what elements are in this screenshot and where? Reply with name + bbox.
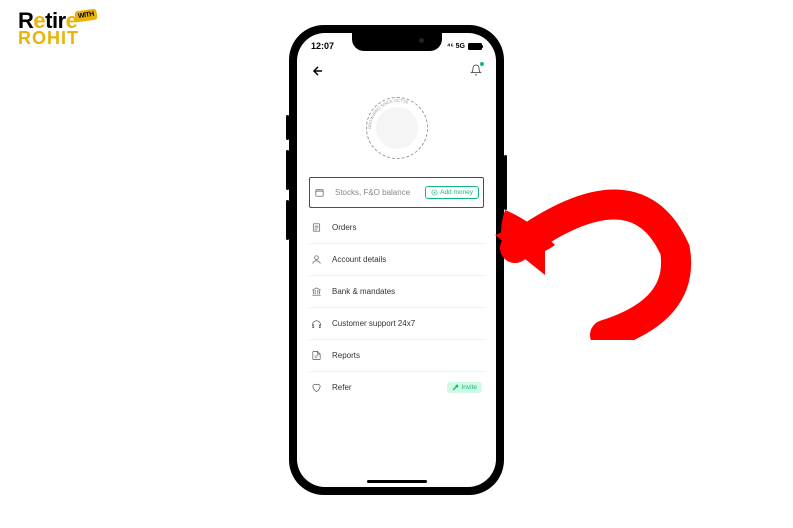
back-arrow-icon[interactable] [311,64,325,81]
invite-button[interactable]: Invite [447,382,482,393]
menu-item-refer[interactable]: Refer Invite [309,372,484,403]
annotation-arrow [475,140,715,345]
phone-screen: 12:07 ⁴⁶ 5G GROWWING SINCE OCT'20 [297,33,496,487]
menu-label: Orders [332,223,482,232]
menu-item-reports[interactable]: Reports [309,340,484,372]
menu-item-bank[interactable]: Bank & mandates [309,276,484,308]
menu-item-support[interactable]: Customer support 24x7 [309,308,484,340]
status-time: 12:07 [311,41,334,51]
notification-bell-icon[interactable] [470,63,482,81]
invite-label: Invite [461,384,477,391]
add-money-label: Add money [440,189,473,196]
home-indicator[interactable] [367,480,427,483]
menu-label: Refer [332,383,437,392]
menu-label: Customer support 24x7 [332,319,482,328]
brand-with-badge: WITH [74,9,97,23]
bank-icon [311,286,322,297]
notification-dot [480,62,484,66]
phone-notch [352,33,442,51]
reports-icon [311,350,322,361]
status-signal: ⁴⁶ 5G [447,43,465,50]
phone-frame: 12:07 ⁴⁶ 5G GROWWING SINCE OCT'20 [289,25,504,495]
brand-text: R [18,8,33,33]
menu-label: Account details [332,255,482,264]
heart-icon [311,382,322,393]
brand-text: tir [45,8,66,33]
menu-label: Bank & mandates [332,287,482,296]
battery-icon [468,43,482,50]
orders-icon [311,222,322,233]
menu-list: Stocks, F&O balance Add money Orders Acc… [297,177,496,403]
add-money-button[interactable]: Add money [425,186,479,199]
avatar-section: GROWWING SINCE OCT'20 [297,89,496,177]
brand-text: e [33,8,45,33]
svg-text:GROWWING SINCE OCT'20: GROWWING SINCE OCT'20 [367,98,410,129]
menu-item-account[interactable]: Account details [309,244,484,276]
avatar-ring[interactable]: GROWWING SINCE OCT'20 [366,97,428,159]
app-header [297,55,496,89]
wallet-icon [314,187,325,198]
account-icon [311,254,322,265]
menu-label: Reports [332,351,482,360]
menu-label: Stocks, F&O balance [335,188,415,197]
support-icon [311,318,322,329]
menu-item-orders[interactable]: Orders [309,212,484,244]
menu-item-balance[interactable]: Stocks, F&O balance Add money [309,177,484,208]
brand-logo: Retire WITH ROHIT [18,8,79,49]
